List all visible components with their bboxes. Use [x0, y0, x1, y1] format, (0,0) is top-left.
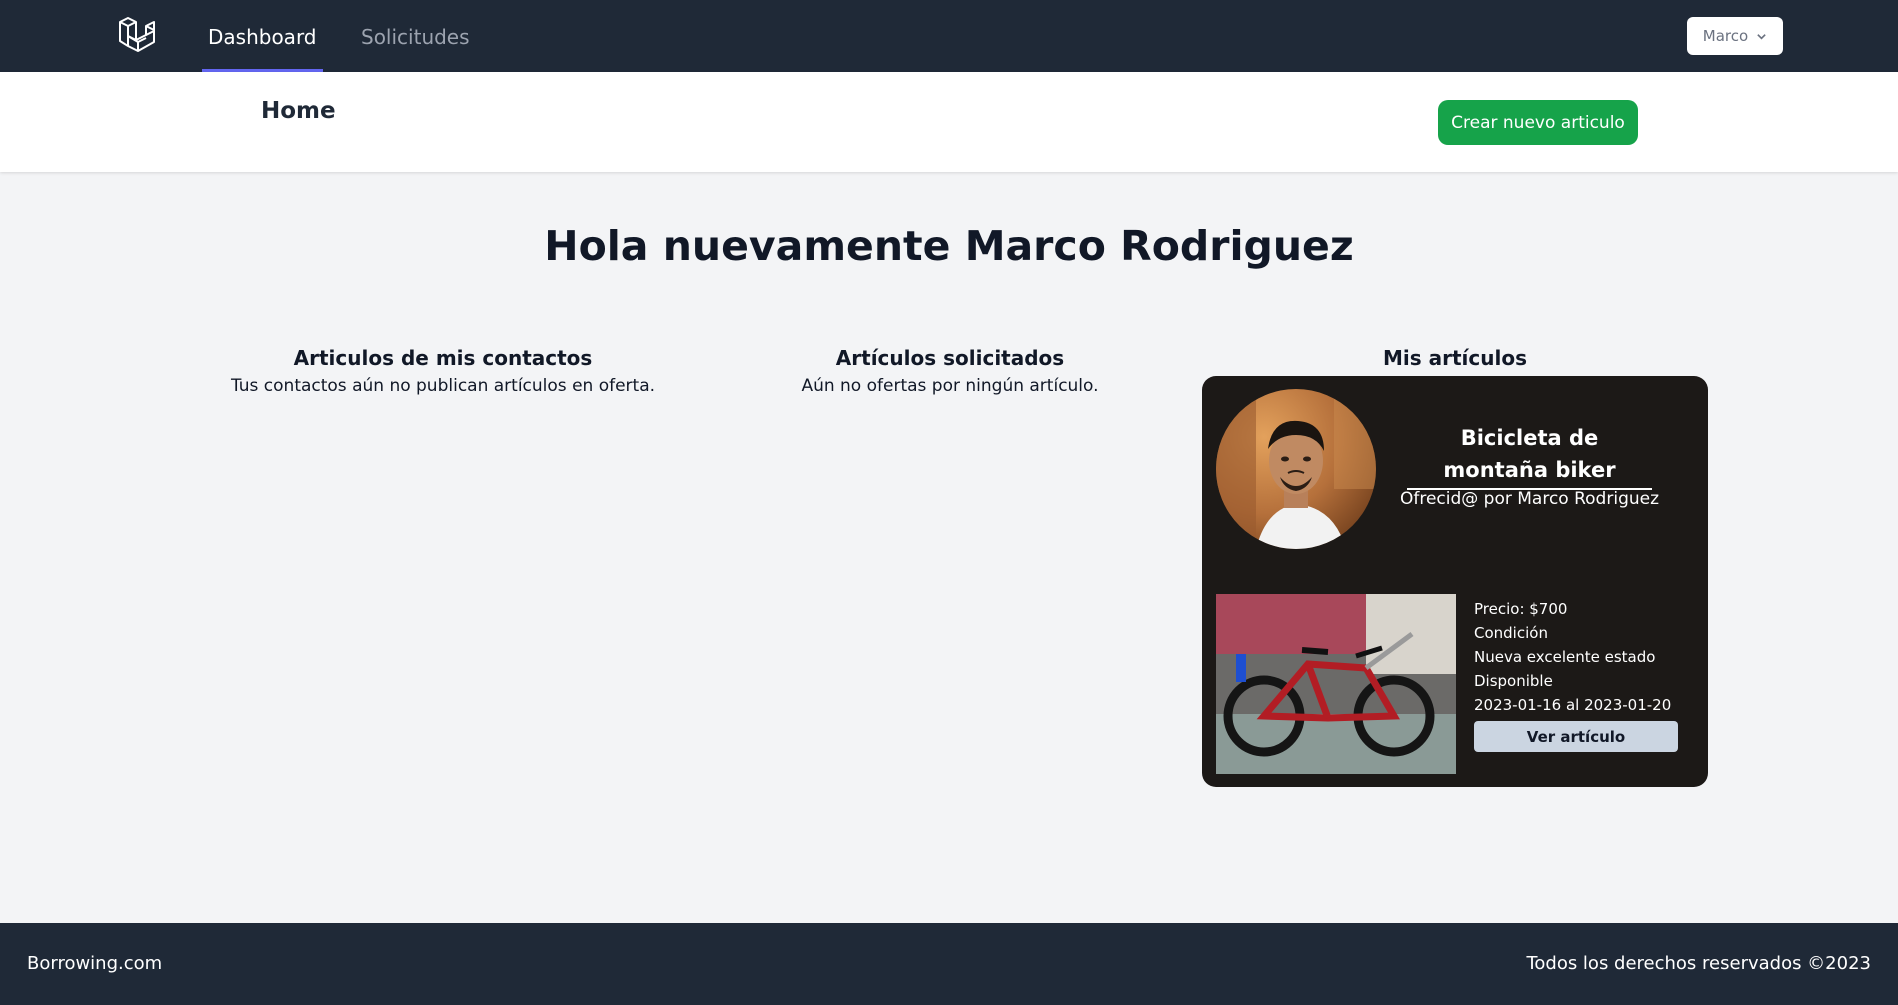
requested-articles-section: Artículos solicitados Aún no ofertas por…	[750, 346, 1150, 396]
nav-link-dashboard[interactable]: Dashboard	[202, 0, 323, 72]
laravel-logo-icon[interactable]	[116, 14, 160, 58]
section-heading: Articulos de mis contactos	[293, 346, 593, 370]
nav-link-solicitudes[interactable]: Solicitudes	[361, 0, 470, 72]
my-articles-section: Mis artículos	[1202, 346, 1708, 370]
top-navbar: Dashboard Solicitudes Marco	[0, 0, 1898, 72]
section-heading: Mis artículos	[1383, 346, 1527, 370]
create-article-button[interactable]: Crear nuevo articulo	[1438, 100, 1638, 145]
footer: Borrowing.com Todos los derechos reserva…	[0, 923, 1898, 1005]
condition-value: Nueva excelente estado	[1474, 648, 1656, 666]
empty-message: Tus contactos aún no publican artículos …	[230, 376, 656, 396]
view-article-button[interactable]: Ver artículo	[1474, 721, 1678, 752]
chevron-down-icon	[1757, 33, 1766, 40]
user-name: Marco	[1702, 27, 1749, 45]
article-details: Precio: $700 Condición Nueva excelente e…	[1474, 597, 1694, 717]
footer-copyright: Todos los derechos reservados ©2023	[1526, 953, 1871, 974]
greeting-heading: Hola nuevamente Marco Rodriguez	[544, 222, 1354, 270]
section-heading: Artículos solicitados	[835, 346, 1065, 370]
owner-avatar	[1216, 389, 1376, 549]
empty-message: Aún no ofertas por ningún artículo.	[801, 376, 1099, 396]
article-title: Bicicleta de montaña biker	[1407, 422, 1652, 490]
contacts-articles-section: Articulos de mis contactos Tus contactos…	[200, 346, 686, 396]
page-header: Home Crear nuevo articulo	[0, 72, 1898, 172]
availability-label: Disponible	[1474, 672, 1553, 690]
article-price: Precio: $700	[1474, 600, 1568, 618]
condition-label: Condición	[1474, 624, 1548, 642]
article-photo	[1216, 594, 1456, 774]
page-title: Home	[261, 98, 336, 124]
footer-brand: Borrowing.com	[27, 953, 163, 974]
article-owner: Ofrecid@ por Marco Rodriguez	[1399, 489, 1660, 509]
article-card: Bicicleta de montaña biker Ofrecid@ por …	[1202, 376, 1708, 787]
availability-dates: 2023-01-16 al 2023-01-20	[1474, 696, 1672, 714]
user-menu-dropdown[interactable]: Marco	[1687, 17, 1783, 55]
